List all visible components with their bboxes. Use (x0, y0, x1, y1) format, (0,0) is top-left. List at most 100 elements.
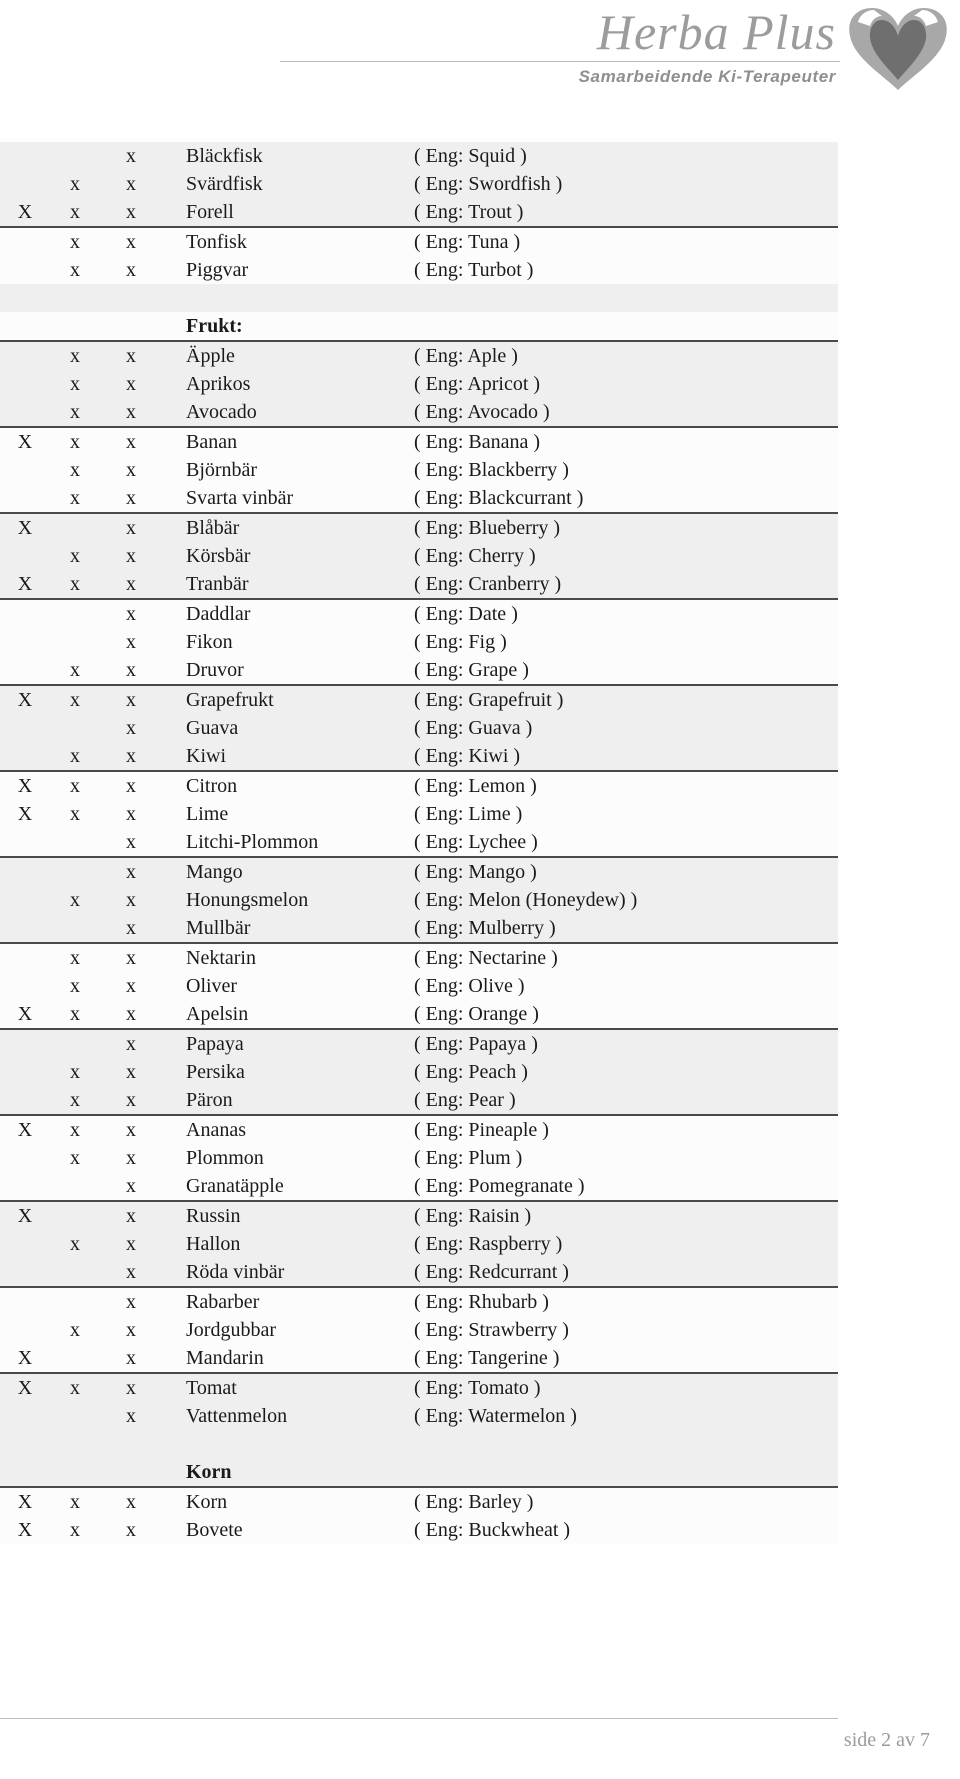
marker-tertiary: x (100, 1258, 162, 1288)
spacer-cell (0, 1430, 838, 1458)
marker-primary: X (0, 1487, 50, 1516)
marker-tertiary: x (100, 513, 162, 542)
marker-primary: X (0, 1344, 50, 1374)
marker-secondary: x (50, 800, 100, 828)
item-name-swedish: Russin (162, 1201, 414, 1230)
marker-secondary (50, 714, 100, 742)
marker-tertiary: x (100, 1172, 162, 1202)
item-name-english: ( Eng: Aple ) (414, 341, 838, 370)
item-name-swedish: Körsbär (162, 542, 414, 570)
item-name-english: ( Eng: Olive ) (414, 972, 838, 1000)
table-row: x Mullbär( Eng: Mulberry ) (0, 914, 838, 944)
marker-primary (0, 914, 50, 944)
item-name-swedish: Grapefrukt (162, 685, 414, 714)
marker-tertiary: x (100, 1000, 162, 1030)
marker-primary: X (0, 1000, 50, 1030)
marker-tertiary: x (100, 1316, 162, 1344)
item-name-english: ( Eng: Pear ) (414, 1086, 838, 1116)
item-name-english: ( Eng: Pomegranate ) (414, 1172, 838, 1202)
item-name-swedish: Ananas (162, 1115, 414, 1144)
table-row: Xx x Lime( Eng: Lime ) (0, 800, 838, 828)
table-row: x x Druvor( Eng: Grape ) (0, 656, 838, 686)
marker-primary (0, 341, 50, 370)
item-name-swedish: Plommon (162, 1144, 414, 1172)
item-name-english: ( Eng: Rhubarb ) (414, 1287, 838, 1316)
marker-primary (0, 828, 50, 858)
item-name-swedish: Avocado (162, 398, 414, 428)
table-row: x x Avocado( Eng: Avocado ) (0, 398, 838, 428)
item-name-english: ( Eng: Melon (Honeydew) ) (414, 886, 838, 914)
marker-primary (0, 170, 50, 198)
table-row: x x Persika( Eng: Peach ) (0, 1058, 838, 1086)
marker-primary: X (0, 685, 50, 714)
item-name-english: ( Eng: Redcurrant ) (414, 1258, 838, 1288)
marker-tertiary: x (100, 1029, 162, 1058)
table-row: x x Plommon( Eng: Plum ) (0, 1144, 838, 1172)
marker-primary: X (0, 800, 50, 828)
logo-tagline: Samarbeidende Ki-Terapeuter (578, 67, 836, 86)
item-name-swedish: Blåbär (162, 513, 414, 542)
marker-secondary (50, 599, 100, 628)
marker-tertiary: x (100, 456, 162, 484)
marker-secondary: x (50, 1058, 100, 1086)
marker-secondary (50, 1201, 100, 1230)
item-name-swedish: Lime (162, 800, 414, 828)
item-name-swedish: Tomat (162, 1373, 414, 1402)
table-row: x Granatäpple( Eng: Pomegranate ) (0, 1172, 838, 1202)
marker-primary (0, 742, 50, 772)
marker-secondary (50, 914, 100, 944)
marker-tertiary: x (100, 1144, 162, 1172)
marker-secondary: x (50, 1115, 100, 1144)
marker-tertiary: x (100, 542, 162, 570)
marker-tertiary: x (100, 398, 162, 428)
item-name-english: ( Eng: Buckwheat ) (414, 1516, 838, 1544)
table-row: Xx x Citron( Eng: Lemon ) (0, 771, 838, 800)
item-name-swedish: Litchi-Plommon (162, 828, 414, 858)
marker-secondary (50, 1029, 100, 1058)
marker-secondary: x (50, 1316, 100, 1344)
marker-secondary: x (50, 456, 100, 484)
item-name-swedish: Druvor (162, 656, 414, 686)
marker-secondary: x (50, 398, 100, 428)
marker-tertiary: x (100, 484, 162, 514)
marker-primary (0, 227, 50, 256)
table-row: x x Aprikos( Eng: Apricot ) (0, 370, 838, 398)
marker-secondary: x (50, 1230, 100, 1258)
marker-primary (0, 370, 50, 398)
item-name-swedish: Äpple (162, 341, 414, 370)
item-name-english: ( Eng: Lychee ) (414, 828, 838, 858)
table-row: Xx x Korn( Eng: Barley ) (0, 1487, 838, 1516)
marker-secondary: x (50, 886, 100, 914)
table-row: x x Päron( Eng: Pear ) (0, 1086, 838, 1116)
marker-primary: X (0, 198, 50, 228)
item-name-swedish: Citron (162, 771, 414, 800)
marker-primary (0, 142, 50, 170)
marker-secondary: x (50, 1086, 100, 1116)
item-name-english: ( Eng: Banana ) (414, 427, 838, 456)
table-row: x x Björnbär( Eng: Blackberry ) (0, 456, 838, 484)
marker-tertiary: x (100, 1058, 162, 1086)
marker-secondary: x (50, 256, 100, 284)
marker-tertiary: x (100, 1516, 162, 1544)
marker-tertiary: x (100, 628, 162, 656)
item-name-swedish: Hallon (162, 1230, 414, 1258)
item-name-english: ( Eng: Pineaple ) (414, 1115, 838, 1144)
marker-secondary (50, 1344, 100, 1374)
table-spacer (0, 1430, 838, 1458)
marker-secondary: x (50, 1373, 100, 1402)
table-row: Xx Russin( Eng: Raisin ) (0, 1201, 838, 1230)
marker-tertiary: x (100, 427, 162, 456)
marker-primary (0, 542, 50, 570)
marker-tertiary: x (100, 1344, 162, 1374)
item-name-english: ( Eng: Avocado ) (414, 398, 838, 428)
item-name-english: ( Eng: Tangerine ) (414, 1344, 838, 1374)
heart-icon (849, 8, 947, 90)
item-name-english: ( Eng: Watermelon ) (414, 1402, 838, 1430)
marker-primary: X (0, 1373, 50, 1402)
item-name-swedish: Honungsmelon (162, 886, 414, 914)
table-row: Xx x Tranbär( Eng: Cranberry ) (0, 570, 838, 600)
item-name-swedish: Korn (162, 1487, 414, 1516)
table-spacer (0, 284, 838, 312)
item-name-english: ( Eng: Swordfish ) (414, 170, 838, 198)
marker-secondary (50, 1258, 100, 1288)
